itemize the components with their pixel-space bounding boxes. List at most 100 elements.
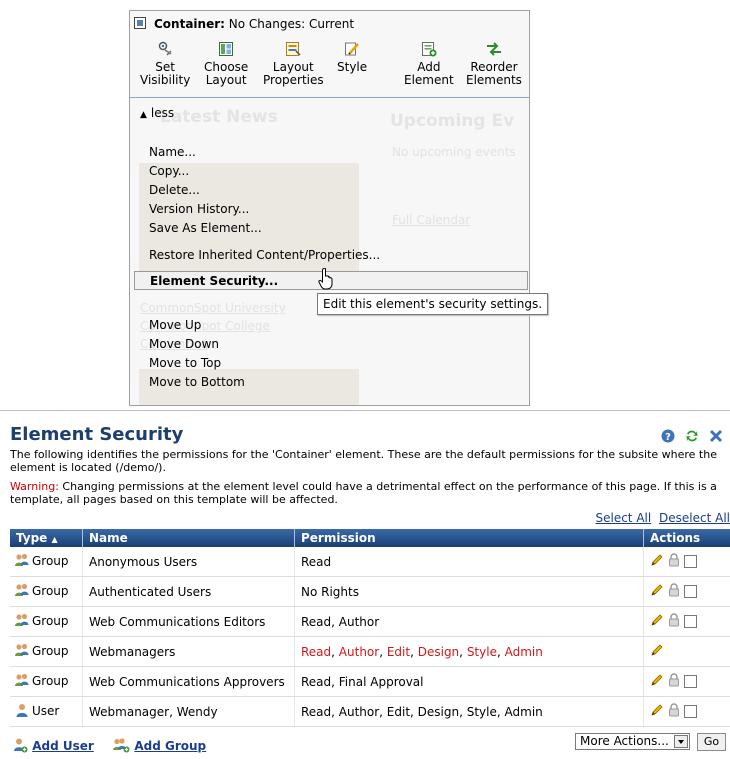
table-row: GroupWeb Communications EditorsRead, Aut… xyxy=(10,607,730,637)
page-title: Element Security xyxy=(10,424,183,445)
add-user-link[interactable]: Add User xyxy=(32,739,94,753)
type-cell: User xyxy=(10,697,83,727)
add-group-link[interactable]: Add Group xyxy=(134,739,206,753)
permission-link[interactable]: Style xyxy=(467,645,497,659)
type-cell: Group xyxy=(10,607,83,637)
menu-item-move-to-bottom[interactable]: Move to Bottom xyxy=(149,375,245,389)
set-visibility-button[interactable]: SetVisibility xyxy=(140,41,190,87)
more-actions-value: More Actions... xyxy=(580,734,669,748)
lock-icon xyxy=(667,703,681,720)
menu-item-version-history[interactable]: Version History... xyxy=(149,202,249,216)
layout-properties-button[interactable]: LayoutProperties xyxy=(263,41,324,87)
choose-layout-button[interactable]: ChooseLayout xyxy=(204,41,248,87)
background-text: No upcoming events xyxy=(392,145,516,159)
menu-item-move-down[interactable]: Move Down xyxy=(149,337,219,351)
column-header-permission[interactable]: Permission xyxy=(295,529,644,547)
add-links: Add User Add Group xyxy=(12,737,206,753)
user-icon xyxy=(14,702,30,721)
menu-item-move-up[interactable]: Move Up xyxy=(149,318,201,332)
reorder-elements-button[interactable]: ReorderElements xyxy=(466,41,522,87)
permission-link[interactable]: Read xyxy=(301,645,331,659)
permission-cell: Read, Author, Edit, Design, Style, Admin xyxy=(295,637,644,667)
lock-icon xyxy=(667,613,681,630)
menu-item-save-as-element[interactable]: Save As Element... xyxy=(149,221,262,235)
menu-item-delete[interactable]: Delete... xyxy=(149,183,200,197)
group-icon xyxy=(14,582,30,601)
permission-link[interactable]: Design xyxy=(418,645,459,659)
lock-icon xyxy=(667,583,681,600)
hand-cursor-icon xyxy=(318,268,334,290)
edit-pencil-icon[interactable] xyxy=(650,673,664,690)
selection-links: Select All Deselect All xyxy=(591,511,730,525)
background-heading: Upcoming Ev xyxy=(390,111,514,131)
group-icon xyxy=(14,552,30,571)
table-row: GroupAnonymous UsersRead xyxy=(10,547,730,577)
chevron-down-icon xyxy=(674,735,688,748)
column-header-name[interactable]: Name xyxy=(83,529,295,547)
row-checkbox[interactable] xyxy=(684,555,697,568)
edit-pencil-icon[interactable] xyxy=(650,643,664,660)
go-button[interactable]: Go xyxy=(697,733,726,751)
add-element-icon xyxy=(421,41,437,57)
permission-cell: Read, Final Approval xyxy=(295,667,644,697)
select-all-link[interactable]: Select All xyxy=(595,511,651,525)
deselect-all-link[interactable]: Deselect All xyxy=(659,511,730,525)
reorder-icon xyxy=(486,41,502,57)
permission-link[interactable]: Edit xyxy=(387,645,410,659)
permission-cell: Read, Author xyxy=(295,607,644,637)
help-icon[interactable]: ? xyxy=(661,429,675,446)
name-cell: Web Communications Editors xyxy=(83,607,295,637)
menu-title: Container: No Changes: Current xyxy=(154,17,354,31)
actions-cell xyxy=(644,667,730,697)
table-row: GroupWebmanagersRead, Author, Edit, Desi… xyxy=(10,637,730,667)
name-cell: Web Communications Approvers xyxy=(83,667,295,697)
table-row: GroupWeb Communications ApproversRead, F… xyxy=(10,667,730,697)
edit-pencil-icon[interactable] xyxy=(650,553,664,570)
menu-toolbar: SetVisibility ChooseLayout LayoutPropert… xyxy=(130,37,529,98)
add-user-icon xyxy=(12,737,28,753)
permission-link[interactable]: Author xyxy=(339,645,379,659)
permission-cell: Read xyxy=(295,547,644,577)
style-button[interactable]: Style xyxy=(337,41,367,74)
refresh-icon[interactable] xyxy=(685,429,699,446)
row-checkbox[interactable] xyxy=(684,615,697,628)
menu-title-bar: Container: No Changes: Current xyxy=(130,11,529,37)
menu-item-label: Element Security... xyxy=(150,274,278,288)
edit-pencil-icon[interactable] xyxy=(650,613,664,630)
column-header-type[interactable]: Type ▲ xyxy=(10,529,83,547)
menu-item-restore-inherited[interactable]: Restore Inherited Content/Properties... xyxy=(149,248,380,262)
collapse-arrow-icon: ▲ xyxy=(140,110,147,120)
column-header-actions: Actions xyxy=(644,529,730,547)
panel-toolbar: ? xyxy=(661,429,729,446)
group-icon xyxy=(14,612,30,631)
type-cell: Group xyxy=(10,667,83,697)
panel-description: The following identifies the permissions… xyxy=(10,448,720,474)
lock-icon xyxy=(667,553,681,570)
add-group-icon xyxy=(112,737,130,753)
permission-link[interactable]: Admin xyxy=(505,645,543,659)
row-checkbox[interactable] xyxy=(684,705,697,718)
menu-item-copy[interactable]: Copy... xyxy=(149,164,189,178)
menu-item-name[interactable]: Name... xyxy=(149,145,196,159)
background-heading: Latest News xyxy=(160,107,278,127)
edit-pencil-icon[interactable] xyxy=(650,703,664,720)
permission-cell: No Rights xyxy=(295,577,644,607)
name-cell: Anonymous Users xyxy=(83,547,295,577)
row-checkbox[interactable] xyxy=(684,585,697,598)
svg-text:?: ? xyxy=(665,432,671,443)
menu-item-move-to-top[interactable]: Move to Top xyxy=(149,356,221,370)
close-icon[interactable] xyxy=(709,429,723,446)
edit-pencil-icon[interactable] xyxy=(650,583,664,600)
permission-cell: Read, Author, Edit, Design, Style, Admin xyxy=(295,697,644,727)
visibility-icon xyxy=(157,41,173,57)
element-context-menu: Latest News Upcoming Ev No upcoming even… xyxy=(129,10,530,406)
table-row: UserWebmanager, WendyRead, Author, Edit,… xyxy=(10,697,730,727)
warning-message: Warning: Changing permissions at the ele… xyxy=(10,480,720,506)
background-link: Full Calendar xyxy=(392,213,470,227)
row-checkbox[interactable] xyxy=(684,675,697,688)
more-actions-select[interactable]: More Actions... xyxy=(575,733,690,750)
add-element-button[interactable]: AddElement xyxy=(404,41,454,87)
name-cell: Authenticated Users xyxy=(83,577,295,607)
type-cell: Group xyxy=(10,547,83,577)
less-toggle[interactable]: ▲less xyxy=(140,106,174,120)
